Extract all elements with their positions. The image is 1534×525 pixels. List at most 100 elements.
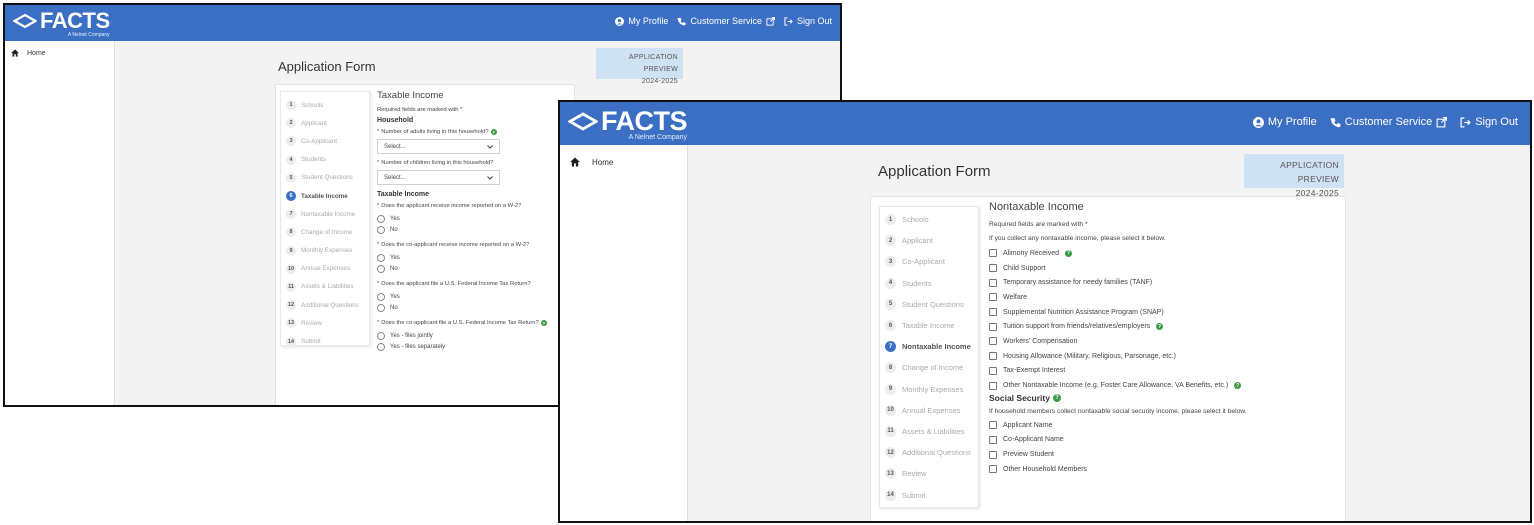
step-students[interactable]: 4 Students (880, 273, 978, 294)
step-label: Applicant (902, 236, 933, 246)
help-icon[interactable]: ? (1234, 382, 1242, 390)
radio-button[interactable] (377, 264, 385, 273)
help-icon[interactable]: ? (1065, 249, 1073, 257)
step-additional-questions[interactable]: 12 Additional Questions (880, 442, 978, 463)
checkbox[interactable] (989, 450, 997, 459)
checkbox-ss-applicant[interactable]: Applicant Name (989, 418, 1339, 433)
step-schools[interactable]: 1 Schools (880, 209, 978, 230)
step-change-of-income[interactable]: 8 Change of Income (880, 357, 978, 378)
step-nontaxable-income[interactable]: 7 Nontaxable Income (880, 336, 978, 357)
checkbox[interactable] (989, 435, 997, 444)
radio-button[interactable] (377, 253, 385, 262)
checkbox-label: Other Nontaxable Income (e.g. Foster Car… (1003, 382, 1229, 390)
step-submit[interactable]: 14 Submit (880, 484, 978, 505)
adults-select[interactable]: Select... (377, 139, 500, 154)
checkbox[interactable] (989, 308, 997, 317)
checkbox[interactable] (989, 366, 997, 375)
help-icon[interactable]: ? (1156, 323, 1164, 331)
checkbox-snap[interactable]: Supplemental Nutrition Assistance Progra… (989, 305, 1339, 320)
sidebar-item-home[interactable]: Home (5, 41, 114, 65)
checkbox[interactable] (989, 337, 997, 346)
children-select[interactable]: Select... (377, 170, 500, 185)
coapplicant-return-yes-jointly[interactable]: Yes - files jointly (377, 330, 572, 341)
checkbox-workers-comp[interactable]: Workers' Compensation (989, 334, 1339, 349)
coapplicant-return-yes-separately[interactable]: Yes - files separately (377, 341, 572, 352)
step-additional-questions[interactable]: 12 Additional Questions (281, 296, 369, 314)
checkbox[interactable] (989, 293, 997, 302)
radio-button[interactable] (377, 214, 385, 223)
checkbox-child-support[interactable]: Child Support (989, 261, 1339, 276)
checkbox-ss-other-members[interactable]: Other Household Members (989, 462, 1339, 477)
adults-question: * Number of adults living in this househo… (377, 129, 572, 135)
step-student-questions[interactable]: 5 Student Questions (281, 169, 369, 187)
applicant-w2-no[interactable]: No (377, 224, 572, 235)
radio-button[interactable] (377, 225, 385, 234)
checkbox-label: Co-Applicant Name (1003, 436, 1064, 444)
sidebar-item-home[interactable]: Home (560, 145, 687, 179)
checkbox-other-nontaxable[interactable]: Other Nontaxable Income (e.g. Foster Car… (989, 378, 1339, 393)
checkbox[interactable] (989, 465, 997, 474)
help-icon[interactable]: ? (1052, 393, 1061, 402)
checkbox-tanf[interactable]: Temporary assistance for needy families … (989, 275, 1339, 290)
radio-button[interactable] (377, 342, 385, 351)
step-assets-liabilities[interactable]: 11 Assets & Liabilities (880, 421, 978, 442)
checkbox[interactable] (989, 278, 997, 287)
step-assets-liabilities[interactable]: 11 Assets & Liabilities (281, 278, 369, 296)
checkbox-tax-exempt-interest[interactable]: Tax-Exempt Interest (989, 364, 1339, 379)
checkbox-ss-preview-student[interactable]: Preview Student (989, 447, 1339, 462)
my-profile-link[interactable]: My Profile (615, 16, 668, 26)
radio-button[interactable] (377, 303, 385, 312)
checkbox[interactable] (989, 421, 997, 430)
checkbox-label: Supplemental Nutrition Assistance Progra… (1003, 308, 1164, 316)
checkbox[interactable] (989, 381, 997, 390)
coapplicant-w2-yes[interactable]: Yes (377, 252, 572, 263)
radio-button[interactable] (377, 331, 385, 340)
step-taxable-income[interactable]: 6 Taxable Income (281, 187, 369, 205)
step-monthly-expenses[interactable]: 9 Monthly Expenses (880, 379, 978, 400)
customer-service-link[interactable]: Customer Service (1330, 116, 1448, 128)
checkbox-ss-co-applicant[interactable]: Co-Applicant Name (989, 433, 1339, 448)
coapplicant-w2-question: * Does the co-applicant receive income re… (377, 242, 572, 248)
top-navbar: FACTS A Nelnet Company My Profile Custom… (5, 5, 840, 41)
step-co-applicant[interactable]: 3 Co-Applicant (880, 251, 978, 272)
facts-logo[interactable]: FACTS A Nelnet Company (568, 106, 688, 141)
step-nontaxable-income[interactable]: 7 Nontaxable Income (281, 205, 369, 223)
help-icon[interactable]: ? (490, 129, 497, 135)
step-annual-expenses[interactable]: 10 Annual Expenses (281, 260, 369, 278)
my-profile-link[interactable]: My Profile (1252, 116, 1317, 128)
step-student-questions[interactable]: 5 Student Questions (880, 294, 978, 315)
sign-out-link[interactable]: Sign Out (784, 16, 832, 26)
my-profile-label: My Profile (628, 16, 669, 26)
checkbox-tuition-support[interactable]: Tuition support from friends/relatives/e… (989, 319, 1339, 334)
applicant-return-yes[interactable]: Yes (377, 291, 572, 302)
checkbox-welfare[interactable]: Welfare (989, 290, 1339, 305)
step-change-of-income[interactable]: 8 Change of Income (281, 223, 369, 241)
facts-logo[interactable]: FACTS A Nelnet Company (13, 8, 110, 38)
applicant-w2-yes[interactable]: Yes (377, 213, 572, 224)
applicant-return-no[interactable]: No (377, 302, 572, 313)
step-annual-expenses[interactable]: 10 Annual Expenses (880, 400, 978, 421)
step-schools[interactable]: 1 Schools (281, 96, 369, 114)
step-label: Monthly Expenses (902, 384, 964, 394)
step-number: 6 (885, 320, 896, 332)
step-applicant[interactable]: 2 Applicant (880, 230, 978, 251)
step-monthly-expenses[interactable]: 9 Monthly Expenses (281, 242, 369, 260)
checkbox-alimony[interactable]: Alimony Received? (989, 246, 1339, 261)
step-applicant[interactable]: 2 Applicant (281, 114, 369, 132)
checkbox[interactable] (989, 249, 997, 258)
help-icon[interactable]: ? (540, 320, 547, 326)
sign-out-link[interactable]: Sign Out (1460, 116, 1518, 128)
step-review[interactable]: 13 Review (281, 314, 369, 332)
checkbox-housing-allowance[interactable]: Housing Allowance (Military, Religious, … (989, 349, 1339, 364)
step-taxable-income[interactable]: 6 Taxable Income (880, 315, 978, 336)
step-students[interactable]: 4 Students (281, 151, 369, 169)
checkbox[interactable] (989, 322, 997, 331)
customer-service-link[interactable]: Customer Service (677, 16, 775, 26)
step-submit[interactable]: 14 Submit (281, 332, 369, 350)
radio-button[interactable] (377, 292, 385, 301)
checkbox[interactable] (989, 352, 997, 361)
step-review[interactable]: 13 Review (880, 463, 978, 484)
step-co-applicant[interactable]: 3 Co-Applicant (281, 132, 369, 150)
checkbox[interactable] (989, 264, 997, 273)
coapplicant-w2-no[interactable]: No (377, 263, 572, 274)
